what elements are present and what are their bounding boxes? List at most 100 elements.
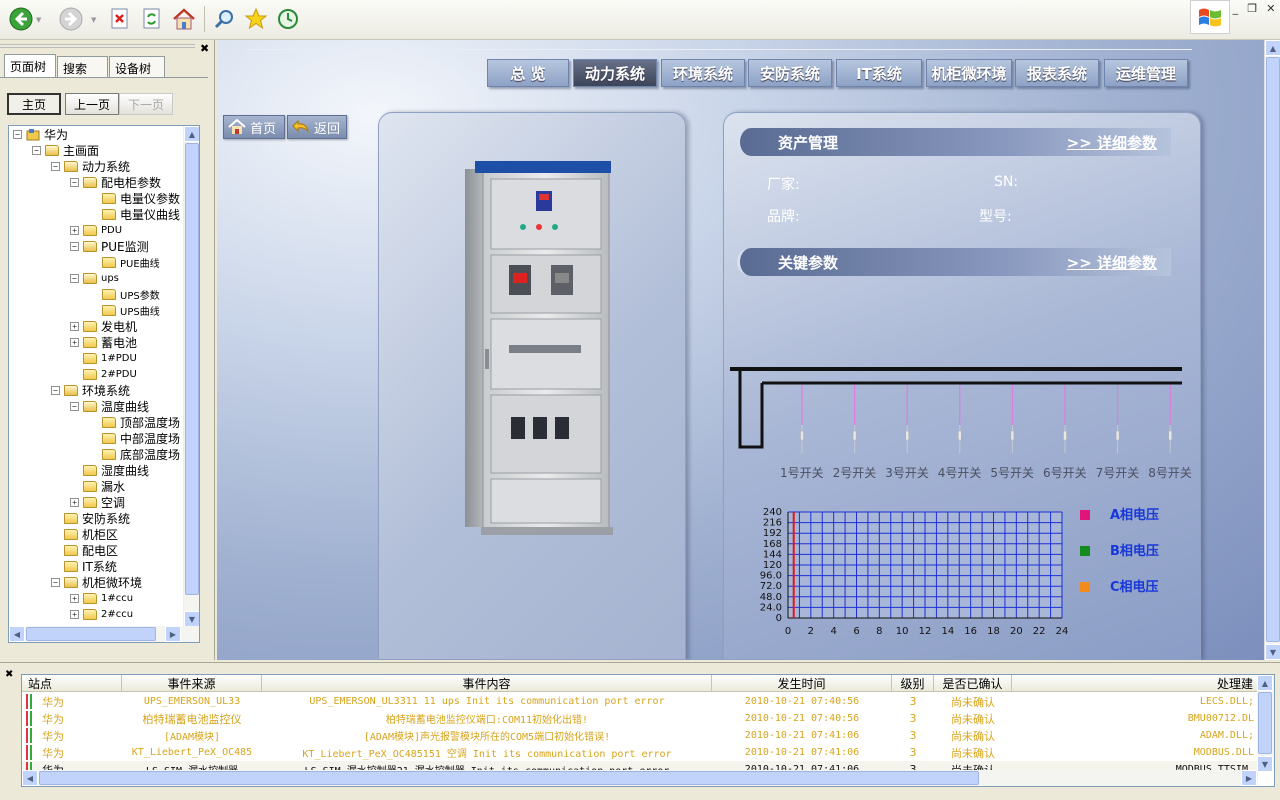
tree-node[interactable]: − ups bbox=[70, 270, 119, 286]
close-button[interactable]: ✕ bbox=[1266, 2, 1275, 16]
tree-node[interactable]: +2#ccu bbox=[70, 606, 133, 622]
column-header[interactable]: 事件来源 bbox=[122, 675, 262, 692]
scroll-up-icon[interactable]: ▲ bbox=[1257, 675, 1273, 691]
asset-detail-link[interactable]: >> 详细参数 bbox=[1067, 132, 1157, 153]
home-page-button[interactable]: 主页 bbox=[7, 93, 61, 115]
home-button[interactable] bbox=[171, 5, 197, 33]
column-header[interactable]: 处理建 bbox=[1012, 675, 1258, 692]
tree-node[interactable]: PUE曲线 bbox=[89, 254, 160, 270]
stop-button[interactable] bbox=[107, 5, 133, 33]
tree-node[interactable]: UPS参数 bbox=[89, 286, 160, 302]
minimize-button[interactable]: _ bbox=[1233, 2, 1239, 16]
tab-search[interactable]: 搜索 bbox=[57, 56, 108, 78]
tab-5[interactable]: 机柜微环境 bbox=[926, 59, 1012, 87]
home-nav-button[interactable]: 首页 bbox=[223, 115, 285, 139]
key-params-detail-link[interactable]: >> 详细参数 bbox=[1067, 252, 1157, 273]
tree-vertical-scrollbar[interactable]: ▲ ▼ bbox=[183, 126, 199, 627]
tree-node[interactable]: +1#ccu bbox=[70, 590, 133, 606]
collapse-icon[interactable]: − bbox=[70, 401, 79, 411]
tab-device-tree[interactable]: 设备树 bbox=[109, 56, 165, 78]
main-vertical-scrollbar[interactable]: ▲ ▼ bbox=[1264, 40, 1280, 660]
back-button[interactable] bbox=[8, 5, 34, 33]
scroll-down-icon[interactable]: ▼ bbox=[1265, 644, 1280, 660]
collapse-icon[interactable]: − bbox=[32, 145, 41, 155]
distribution-cabinet-image[interactable] bbox=[461, 161, 621, 541]
tree-node[interactable]: + 发电机 bbox=[70, 318, 137, 334]
tree-node[interactable]: − 机柜微环境 bbox=[51, 574, 142, 590]
favorites-button[interactable] bbox=[243, 5, 269, 33]
collapse-icon[interactable]: − bbox=[51, 161, 60, 171]
tree-node[interactable]: 2#PDU bbox=[70, 366, 137, 382]
tree-node[interactable]: − 主画面 bbox=[32, 142, 99, 158]
expand-icon[interactable]: + bbox=[70, 609, 79, 619]
tab-4[interactable]: IT系统 bbox=[836, 59, 922, 87]
tab-page-tree[interactable]: 页面树 bbox=[4, 54, 56, 78]
tree-node[interactable]: − 温度曲线 bbox=[70, 398, 149, 414]
tree-node[interactable]: − PUE监测 bbox=[70, 238, 149, 254]
scroll-down-icon[interactable]: ▼ bbox=[1257, 756, 1273, 772]
table-row[interactable]: 华为 柏特瑞蓄电池监控仪 柏特瑞蓄电池监控仪端口:COM11初始化出错! 2010-1… bbox=[22, 710, 1258, 727]
tree-node[interactable]: 湿度曲线 bbox=[70, 462, 149, 478]
collapse-icon[interactable]: − bbox=[51, 577, 60, 587]
scroll-up-icon[interactable]: ▲ bbox=[1265, 40, 1280, 56]
column-header[interactable]: 是否已确认 bbox=[934, 675, 1012, 692]
event-panel-close-button[interactable]: ✖ bbox=[5, 669, 13, 680]
tree-node[interactable]: 漏水 bbox=[70, 478, 125, 494]
history-button[interactable] bbox=[275, 5, 301, 33]
scroll-thumb[interactable] bbox=[1258, 692, 1272, 754]
tree-node[interactable]: + PDU bbox=[70, 222, 122, 238]
tree-node[interactable]: 配电区 bbox=[51, 542, 118, 558]
column-header[interactable]: 站点 bbox=[22, 675, 122, 692]
event-vertical-scrollbar[interactable]: ▲ ▼ bbox=[1257, 675, 1274, 772]
tree-node[interactable]: 电量仪参数 bbox=[89, 190, 180, 206]
tab-0[interactable]: 总 览 bbox=[487, 59, 569, 87]
tab-7[interactable]: 运维管理 bbox=[1104, 59, 1188, 87]
tree-node[interactable]: − 配电柜参数 bbox=[70, 174, 161, 190]
event-horizontal-scrollbar[interactable]: ◀ ▶ bbox=[22, 770, 1258, 786]
tree-horizontal-scrollbar[interactable]: ◀ ▶ bbox=[9, 626, 199, 642]
expand-icon[interactable]: + bbox=[70, 337, 79, 347]
collapse-icon[interactable]: − bbox=[70, 177, 79, 187]
scroll-left-icon[interactable]: ◀ bbox=[22, 770, 38, 786]
tree-node[interactable]: + 蓄电池 bbox=[70, 334, 137, 350]
column-header[interactable]: 事件内容 bbox=[262, 675, 712, 692]
scroll-up-icon[interactable]: ▲ bbox=[184, 126, 199, 142]
tree-node[interactable]: − 环境系统 bbox=[51, 382, 130, 398]
tree-node[interactable]: − 动力系统 bbox=[51, 158, 130, 174]
scroll-thumb[interactable] bbox=[185, 143, 199, 595]
expand-icon[interactable]: + bbox=[70, 497, 79, 507]
scroll-right-icon[interactable]: ▶ bbox=[1241, 770, 1257, 786]
refresh-button[interactable] bbox=[139, 5, 165, 33]
table-row[interactable]: 华为 KT_Liebert_PeX_OC485 KT_Liebert_PeX_OC4… bbox=[22, 744, 1258, 761]
collapse-icon[interactable]: − bbox=[70, 273, 79, 283]
column-header[interactable]: 级别 bbox=[892, 675, 934, 692]
tab-1[interactable]: 动力系统 bbox=[573, 59, 657, 87]
collapse-icon[interactable]: − bbox=[13, 129, 22, 139]
tab-3[interactable]: 安防系统 bbox=[748, 59, 832, 87]
forward-dropdown-icon[interactable]: ▼ bbox=[91, 16, 96, 24]
back-dropdown-icon[interactable]: ▼ bbox=[36, 16, 41, 24]
left-panel-close-button[interactable]: ✖ bbox=[200, 42, 209, 55]
column-header[interactable]: 发生时间 bbox=[712, 675, 892, 692]
expand-icon[interactable]: + bbox=[70, 225, 79, 235]
tree-node[interactable]: 顶部温度场 bbox=[89, 414, 180, 430]
h-scroll-thumb[interactable] bbox=[26, 627, 156, 641]
search-button[interactable] bbox=[211, 5, 237, 33]
back-nav-button[interactable]: 返回 bbox=[287, 115, 347, 139]
tree-node[interactable]: 机柜区 bbox=[51, 526, 118, 542]
tree-node[interactable]: 底部温度场 bbox=[89, 446, 180, 462]
collapse-icon[interactable]: − bbox=[70, 241, 79, 251]
h-scroll-thumb[interactable] bbox=[39, 771, 979, 785]
expand-icon[interactable]: + bbox=[70, 593, 79, 603]
scroll-down-icon[interactable]: ▼ bbox=[184, 611, 199, 627]
tree-node[interactable]: 电量仪曲线 bbox=[89, 206, 180, 222]
tree-node[interactable]: IT系统 bbox=[51, 558, 117, 574]
tree-node[interactable]: − 华为 bbox=[13, 126, 68, 142]
forward-button[interactable] bbox=[58, 5, 84, 33]
collapse-icon[interactable]: − bbox=[51, 385, 60, 395]
tree-node[interactable]: + 空调 bbox=[70, 494, 125, 510]
tab-2[interactable]: 环境系统 bbox=[661, 59, 745, 87]
scroll-left-icon[interactable]: ◀ bbox=[9, 626, 25, 642]
scroll-thumb[interactable] bbox=[1266, 57, 1280, 642]
tree-node[interactable]: 1#PDU bbox=[70, 350, 137, 366]
